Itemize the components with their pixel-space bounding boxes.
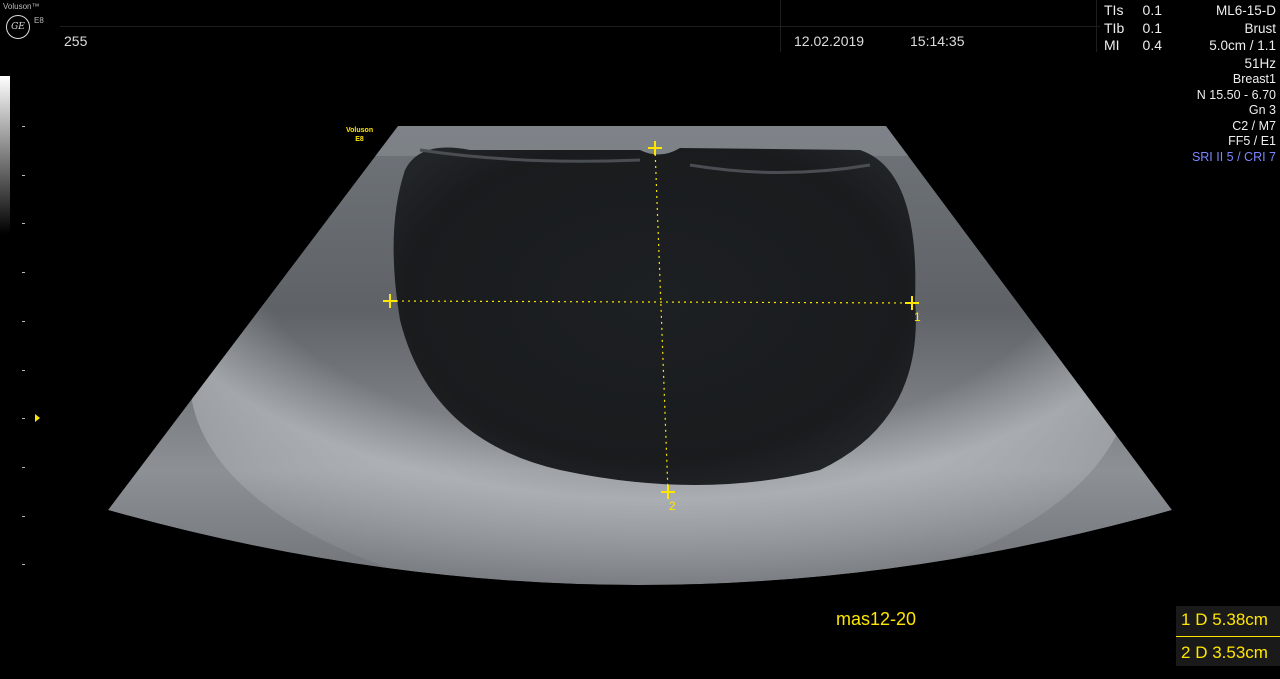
caliper-number-2: 2 (669, 499, 676, 513)
probe-label: Voluson E8 (346, 127, 374, 143)
annotation-text[interactable]: mas12-20 (836, 609, 916, 630)
measurement-result-2: 2 D 3.53cm (1181, 643, 1268, 662)
measurement-result-1: 1 D 5.38cm (1181, 610, 1268, 629)
caliper-number-1: 1 (914, 310, 921, 324)
measurement-results: 1 D 5.38cm 2 D 3.53cm (1176, 606, 1280, 666)
results-divider (1176, 636, 1280, 637)
ultrasound-image: 1 2 (108, 126, 1172, 585)
